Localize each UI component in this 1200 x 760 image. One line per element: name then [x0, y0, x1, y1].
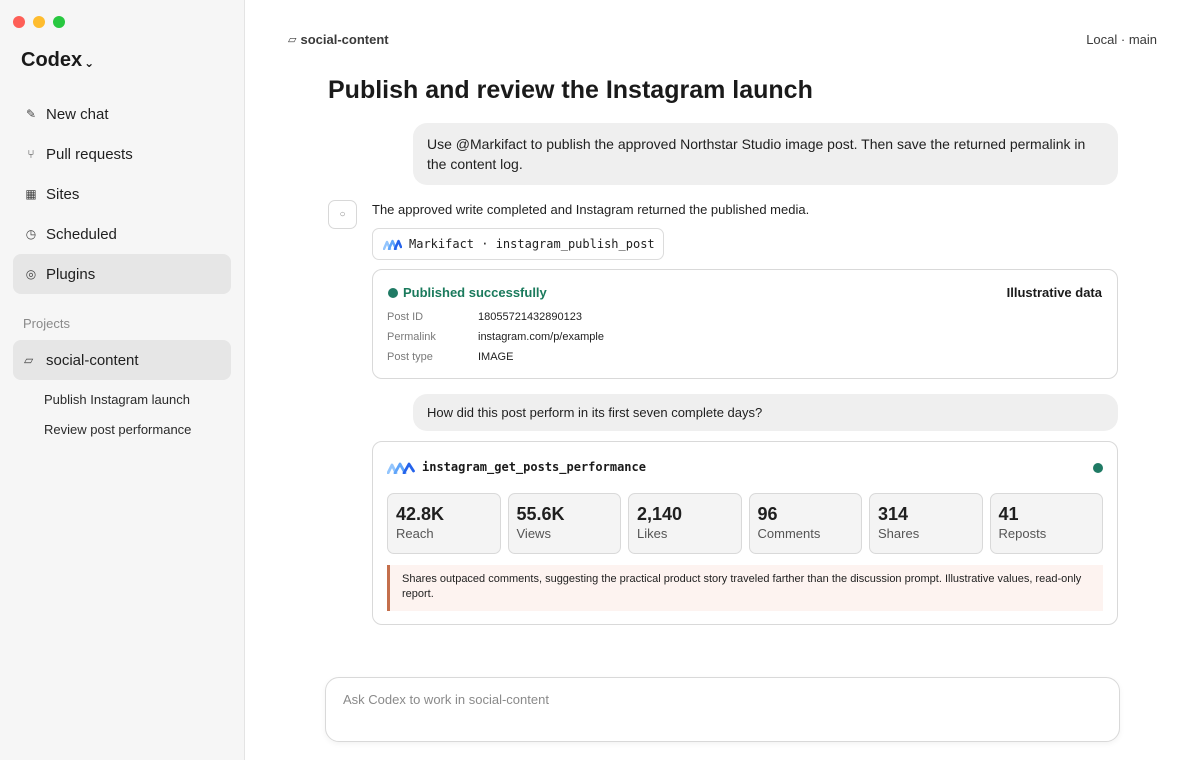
user-message: How did this post perform in its first s… [413, 394, 1118, 431]
sidebar-nav: ✎ New chat ⑂ Pull requests ▦ Sites ◷ Sch… [13, 94, 231, 294]
thread-item-publish-instagram-launch[interactable]: Publish Instagram launch [44, 384, 191, 414]
metric-label: Views [516, 526, 551, 541]
field-key: Post type [387, 351, 433, 363]
page-title: Publish and review the Instagram launch [328, 76, 813, 104]
metric-value: 2,140 [637, 504, 683, 524]
folder-icon: ▱ [288, 34, 297, 46]
success-dot-icon [388, 287, 398, 298]
metric-tile-reposts: 41 Reposts [989, 493, 1103, 554]
plugin-icon: ◎ [25, 267, 37, 281]
minimize-window-button[interactable] [33, 16, 45, 28]
metric-value: 314 [878, 504, 909, 524]
metric-value: 55.6K [516, 504, 565, 524]
sidebar-item-label: Sites [46, 185, 80, 203]
breadcrumb[interactable]: ▱ social-content [288, 32, 389, 47]
field-value: 18055721432890123 [478, 311, 583, 323]
sidebar-item-pull-requests[interactable]: ⑂ Pull requests [13, 134, 231, 174]
pencil-icon: ✎ [25, 107, 37, 121]
sidebar-item-new-chat[interactable]: ✎ New chat [13, 94, 231, 134]
project-item-social-content[interactable]: ▱ social-content [13, 340, 231, 380]
close-window-button[interactable] [13, 16, 25, 28]
clock-icon: ◷ [25, 227, 37, 241]
sidebar-item-label: Plugins [46, 265, 96, 283]
status-dot-icon [1093, 463, 1103, 473]
sidebar-item-plugins[interactable]: ◎ Plugins [13, 254, 231, 294]
metric-value: 41 [998, 504, 1019, 524]
maximize-window-button[interactable] [53, 16, 65, 28]
metric-label: Reposts [998, 526, 1047, 541]
metrics-grid: 42.8K Reach 55.6K Views 2,140 Likes 96 C… [387, 493, 1103, 554]
sidebar-item-sites[interactable]: ▦ Sites [13, 174, 231, 214]
sidebar-item-scheduled[interactable]: ◷ Scheduled [13, 214, 231, 254]
chat-input[interactable] [343, 692, 1083, 707]
grid-icon: ▦ [25, 187, 37, 201]
window-controls [13, 16, 65, 28]
tool-call-label: Markifact · instagram_publish_post [409, 237, 655, 251]
field-row-post-id: Post ID 18055721432890123 [387, 311, 582, 323]
metric-tile-comments: 96 Comments [748, 493, 862, 554]
metric-value: 42.8K [396, 504, 445, 524]
permalink-link[interactable]: instagram.com/p/example [478, 331, 604, 343]
metric-tile-views: 55.6K Views [507, 493, 621, 554]
sidebar: Codex ⌄ ✎ New chat ⑂ Pull requests ▦ Sit… [0, 0, 245, 760]
assistant-avatar-icon: ○ [328, 200, 357, 229]
performance-tool-header: instagram_get_posts_performance [387, 460, 646, 474]
thread-list: Publish Instagram launch Review post per… [44, 384, 191, 444]
markifact-logo-icon [387, 461, 415, 474]
performance-tool-name: instagram_get_posts_performance [422, 460, 646, 474]
user-message: Use @Markifact to publish the approved N… [413, 123, 1118, 185]
field-row-post-type: Post type IMAGE [387, 351, 513, 363]
metric-value: 96 [757, 504, 778, 524]
projects-section-label: Projects [23, 316, 70, 331]
metric-label: Shares [878, 526, 920, 541]
metric-tile-reach: 42.8K Reach [387, 493, 501, 554]
metric-tile-likes: 2,140 Likes [628, 493, 742, 554]
metric-tile-shares: 314 Shares [869, 493, 983, 554]
brand-name: Codex [21, 49, 83, 71]
folder-icon: ▱ [24, 353, 34, 367]
metric-label: Reach [396, 526, 434, 541]
field-value: IMAGE [478, 351, 514, 363]
publish-status-label: Published successfully [403, 285, 547, 300]
publish-status: Published successfully [388, 285, 547, 300]
sidebar-item-label: Scheduled [46, 225, 117, 243]
metric-label: Likes [637, 526, 668, 541]
assistant-message: The approved write completed and Instagr… [372, 202, 810, 217]
publish-result-card: Published successfully Illustrative data… [372, 269, 1118, 379]
sidebar-item-label: Pull requests [46, 145, 133, 163]
composer[interactable] [325, 677, 1120, 742]
sidebar-item-label: New chat [46, 105, 109, 123]
markifact-logo-icon [383, 239, 402, 250]
branch-icon: ⑂ [27, 147, 35, 161]
field-row-permalink: Permalink instagram.com/p/example [387, 331, 604, 343]
performance-report-card: instagram_get_posts_performance 42.8K Re… [372, 441, 1118, 625]
insight-note: Shares outpaced comments, suggesting the… [387, 565, 1103, 611]
field-key: Post ID [387, 311, 424, 323]
environment-branch-label[interactable]: Local · main [1086, 32, 1157, 47]
metric-label: Comments [757, 526, 821, 541]
breadcrumb-project: social-content [300, 32, 389, 47]
thread-item-review-post-performance[interactable]: Review post performance [44, 414, 191, 444]
field-key: Permalink [387, 331, 436, 343]
chevron-down-icon: ⌄ [84, 56, 95, 70]
illustrative-data-badge: Illustrative data [1006, 285, 1102, 300]
project-label: social-content [46, 351, 139, 369]
workspace-switcher[interactable]: Codex ⌄ [21, 49, 94, 72]
tool-call-chip[interactable]: Markifact · instagram_publish_post [372, 228, 664, 260]
